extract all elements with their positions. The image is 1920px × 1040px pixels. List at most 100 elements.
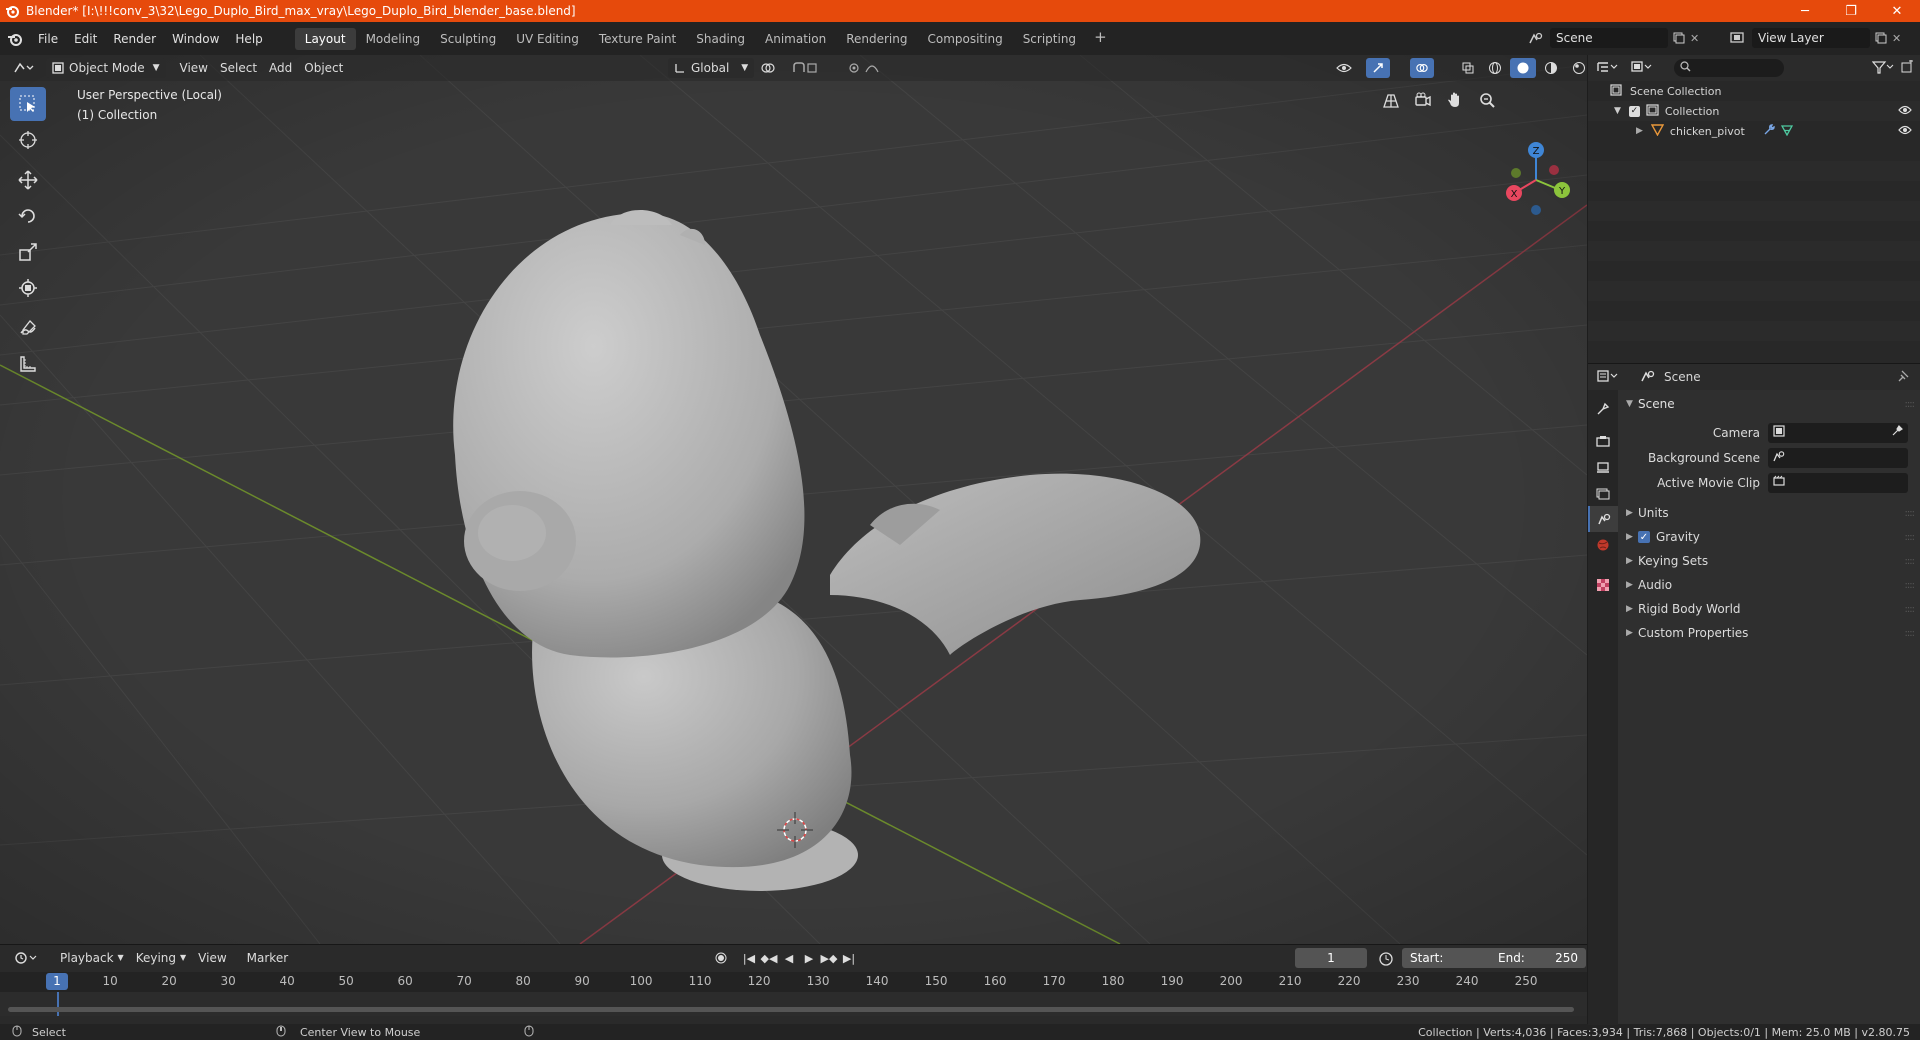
solid-shading-icon[interactable] xyxy=(1510,58,1536,78)
view-layer-browse-icon[interactable] xyxy=(1724,32,1752,44)
drag-handle-icon[interactable]: :::: xyxy=(1905,628,1916,639)
measure-tool[interactable] xyxy=(10,347,46,381)
tab-shading[interactable]: Shading xyxy=(686,28,755,50)
gravity-panel[interactable]: ▶ ✓ Gravity:::: xyxy=(1618,525,1920,549)
tab-compositing[interactable]: Compositing xyxy=(917,28,1012,50)
tab-rendering[interactable]: Rendering xyxy=(836,28,917,50)
xray-icon[interactable] xyxy=(1456,58,1480,78)
texture-tab-icon[interactable] xyxy=(1588,572,1618,598)
keying-sets-panel[interactable]: ▶ Keying Sets:::: xyxy=(1618,549,1920,573)
render-tab-icon[interactable] xyxy=(1588,428,1618,454)
units-panel[interactable]: ▶ Units:::: xyxy=(1618,501,1920,525)
menu-view[interactable]: View xyxy=(174,58,214,78)
tab-scripting[interactable]: Scripting xyxy=(1013,28,1086,50)
jump-keyframe-forward-icon[interactable]: ▶◆ xyxy=(820,948,838,968)
new-collection-icon[interactable] xyxy=(1900,58,1914,77)
eye-icon[interactable] xyxy=(1898,104,1912,118)
drag-handle-icon[interactable]: :::: xyxy=(1905,508,1916,519)
world-tab-icon[interactable] xyxy=(1588,532,1618,558)
eye-icon[interactable] xyxy=(1898,124,1912,138)
rotate-tool[interactable] xyxy=(10,199,46,233)
menu-add[interactable]: Add xyxy=(263,58,298,78)
drag-handle-icon[interactable]: :::: xyxy=(1905,532,1916,543)
minimize-button[interactable]: ─ xyxy=(1782,0,1828,22)
3d-viewport[interactable]: Z Y X Object Mode ▼ View Select Add Obje… xyxy=(0,55,1587,944)
current-frame-marker[interactable]: 1 xyxy=(46,973,68,990)
eyedropper-icon[interactable] xyxy=(1891,425,1903,440)
timeline-scrollbar[interactable] xyxy=(8,1007,1574,1012)
gravity-checkbox[interactable]: ✓ xyxy=(1638,531,1650,543)
jump-start-icon[interactable]: |◀ xyxy=(740,948,758,968)
end-frame-field[interactable]: End: 250 xyxy=(1490,948,1586,968)
tab-animation[interactable]: Animation xyxy=(755,28,836,50)
restore-button[interactable]: ❐ xyxy=(1828,0,1874,22)
drag-handle-icon[interactable]: :::: xyxy=(1905,399,1916,410)
grid-view-icon[interactable] xyxy=(1378,87,1404,113)
menu-timeline-view[interactable]: View xyxy=(192,948,232,968)
blender-menu-icon[interactable] xyxy=(0,31,30,47)
menu-render[interactable]: Render xyxy=(105,28,164,50)
tab-uv-editing[interactable]: UV Editing xyxy=(506,28,589,50)
rigid-body-world-panel[interactable]: ▶ Rigid Body World:::: xyxy=(1618,597,1920,621)
cursor-tool[interactable] xyxy=(10,123,46,157)
menu-window[interactable]: Window xyxy=(164,28,227,50)
scene-tab-icon[interactable] xyxy=(1588,506,1618,532)
record-button[interactable] xyxy=(712,948,730,968)
view-layer-field[interactable]: View Layer xyxy=(1752,28,1870,48)
outliner-editor-type-icon[interactable] xyxy=(1596,60,1620,77)
delete-scene-icon[interactable]: ✕ xyxy=(1690,32,1708,45)
menu-file[interactable]: File xyxy=(30,28,66,50)
camera-field[interactable] xyxy=(1768,422,1908,443)
scene-name-field[interactable]: Scene xyxy=(1550,28,1668,48)
custom-properties-panel[interactable]: ▶ Custom Properties:::: xyxy=(1618,621,1920,645)
material-preview-icon[interactable] xyxy=(1538,58,1564,78)
zoom-view-icon[interactable] xyxy=(1474,87,1500,113)
menu-edit[interactable]: Edit xyxy=(66,28,105,50)
snap-icon[interactable] xyxy=(786,58,826,78)
scene-browse-icon[interactable] xyxy=(1522,31,1550,45)
tool-tab-icon[interactable] xyxy=(1588,396,1618,422)
audio-panel[interactable]: ▶ Audio:::: xyxy=(1618,573,1920,597)
delete-view-layer-icon[interactable]: ✕ xyxy=(1892,32,1910,45)
close-button[interactable]: ✕ xyxy=(1874,0,1920,22)
scene-panel-header[interactable]: ▼ Scene :::: xyxy=(1618,392,1920,416)
gizmo-toggle-icon[interactable] xyxy=(1366,58,1390,78)
view-layer-tab-icon[interactable] xyxy=(1588,480,1618,506)
outliner-row-chicken-pivot[interactable]: ▶ chicken_pivot xyxy=(1588,121,1920,141)
tab-sculpting[interactable]: Sculpting xyxy=(430,28,506,50)
proportional-editing-icon[interactable] xyxy=(842,58,898,78)
rendered-shading-icon[interactable] xyxy=(1566,58,1587,78)
play-reverse-icon[interactable]: ◀ xyxy=(780,948,798,968)
pivot-point-icon[interactable] xyxy=(754,58,786,78)
transform-orientation-dropdown[interactable]: Global ▼ xyxy=(668,58,755,78)
drag-handle-icon[interactable]: :::: xyxy=(1905,604,1916,615)
add-workspace-button[interactable]: + xyxy=(1086,28,1115,50)
outliner-search-input[interactable] xyxy=(1674,59,1784,77)
modifier-wrench-icon[interactable] xyxy=(1763,123,1775,139)
menu-keying[interactable]: Keying ▼ xyxy=(130,948,192,968)
frame-ruler[interactable]: 1 10 20 30 40 50 60 70 80 90 100 110 120 130 140 150 160… xyxy=(0,972,1587,992)
new-view-layer-icon[interactable] xyxy=(1870,32,1892,44)
active-movie-clip-field[interactable] xyxy=(1768,472,1908,493)
menu-object[interactable]: Object xyxy=(298,58,349,78)
timeline-body[interactable] xyxy=(0,992,1587,1016)
expand-arrow-icon[interactable]: ▶ xyxy=(1636,126,1643,136)
viewport-scene[interactable]: Z Y X xyxy=(0,55,1587,944)
current-frame-field[interactable]: 1 xyxy=(1295,948,1367,968)
menu-help[interactable]: Help xyxy=(227,28,270,50)
drag-handle-icon[interactable]: :::: xyxy=(1905,580,1916,591)
move-tool[interactable] xyxy=(10,163,46,197)
scale-tool[interactable] xyxy=(10,235,46,269)
visibility-icon[interactable] xyxy=(1330,58,1366,78)
jump-end-icon[interactable]: ▶| xyxy=(840,948,858,968)
timeline-editor-type-icon[interactable] xyxy=(8,948,44,968)
preview-range-icon[interactable] xyxy=(1378,951,1394,970)
play-icon[interactable]: ▶ xyxy=(800,948,818,968)
expand-arrow-icon[interactable]: ▼ xyxy=(1614,106,1621,116)
outliner-row-collection[interactable]: ▼ ✓ Collection xyxy=(1588,101,1920,121)
camera-view-icon[interactable] xyxy=(1410,87,1436,113)
display-mode-icon[interactable] xyxy=(1630,60,1654,77)
mesh-data-icon[interactable] xyxy=(1780,124,1794,139)
jump-keyframe-back-icon[interactable]: ◆◀ xyxy=(760,948,778,968)
editor-type-icon[interactable] xyxy=(6,58,40,78)
